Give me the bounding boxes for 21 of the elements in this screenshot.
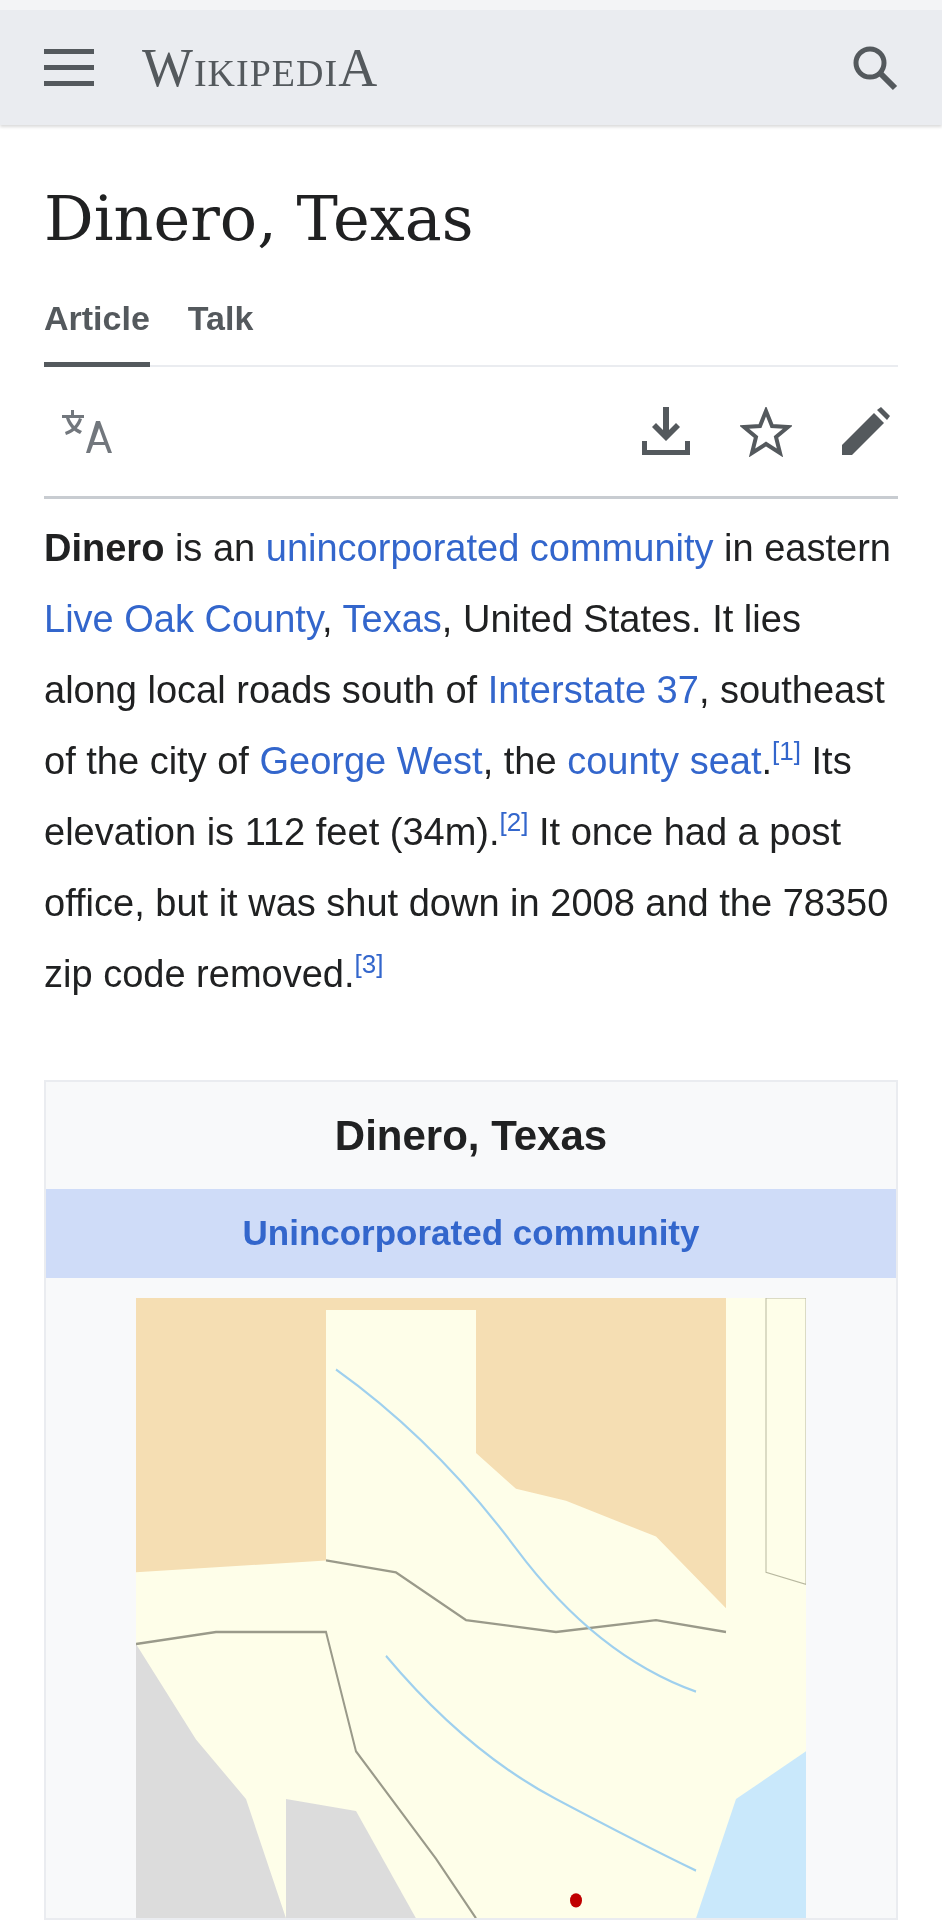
article-link[interactable]: Texas [342, 598, 442, 641]
page-title: Dinero, Texas [44, 185, 475, 254]
article-link[interactable]: Live Oak County [44, 598, 323, 641]
reference-link[interactable]: [3] [354, 949, 384, 980]
article-link[interactable]: unincorporated community [265, 527, 714, 570]
subheader-link[interactable]: Unincorporated community [242, 1213, 700, 1253]
download-icon[interactable] [640, 406, 692, 457]
infobox-title: Dinero, Texas [333, 1111, 609, 1162]
reference-link[interactable]: [2] [499, 807, 529, 838]
article-link[interactable]: George West [259, 740, 483, 783]
article-link[interactable]: county seat [567, 740, 762, 783]
star-icon[interactable] [740, 406, 792, 457]
reference-link[interactable]: [1] [772, 736, 801, 767]
article-link[interactable]: Interstate 37 [487, 669, 699, 712]
search-icon[interactable] [852, 44, 898, 91]
edit-icon[interactable] [840, 406, 890, 457]
article-paragraph: Dinero is an unincorporated community in eastern Live Oak County, Texas, United States. It lies along local roads south of Interstate 37, southeast of the city of George West, the county seat.$^{[1]}$ Its elevation is 112 feet (34m).$^{[2]}$ It once had a post office, but it was shut down in 2008 and the 78350 zip code removed.$^{[3]}$ [44, 526, 892, 998]
menu-icon[interactable] [44, 48, 94, 87]
page-tab[interactable]: Talk [187, 293, 254, 368]
wikipedia-logo[interactable]: WikipediA [142, 40, 379, 95]
page-tab[interactable]: Article [44, 293, 150, 368]
